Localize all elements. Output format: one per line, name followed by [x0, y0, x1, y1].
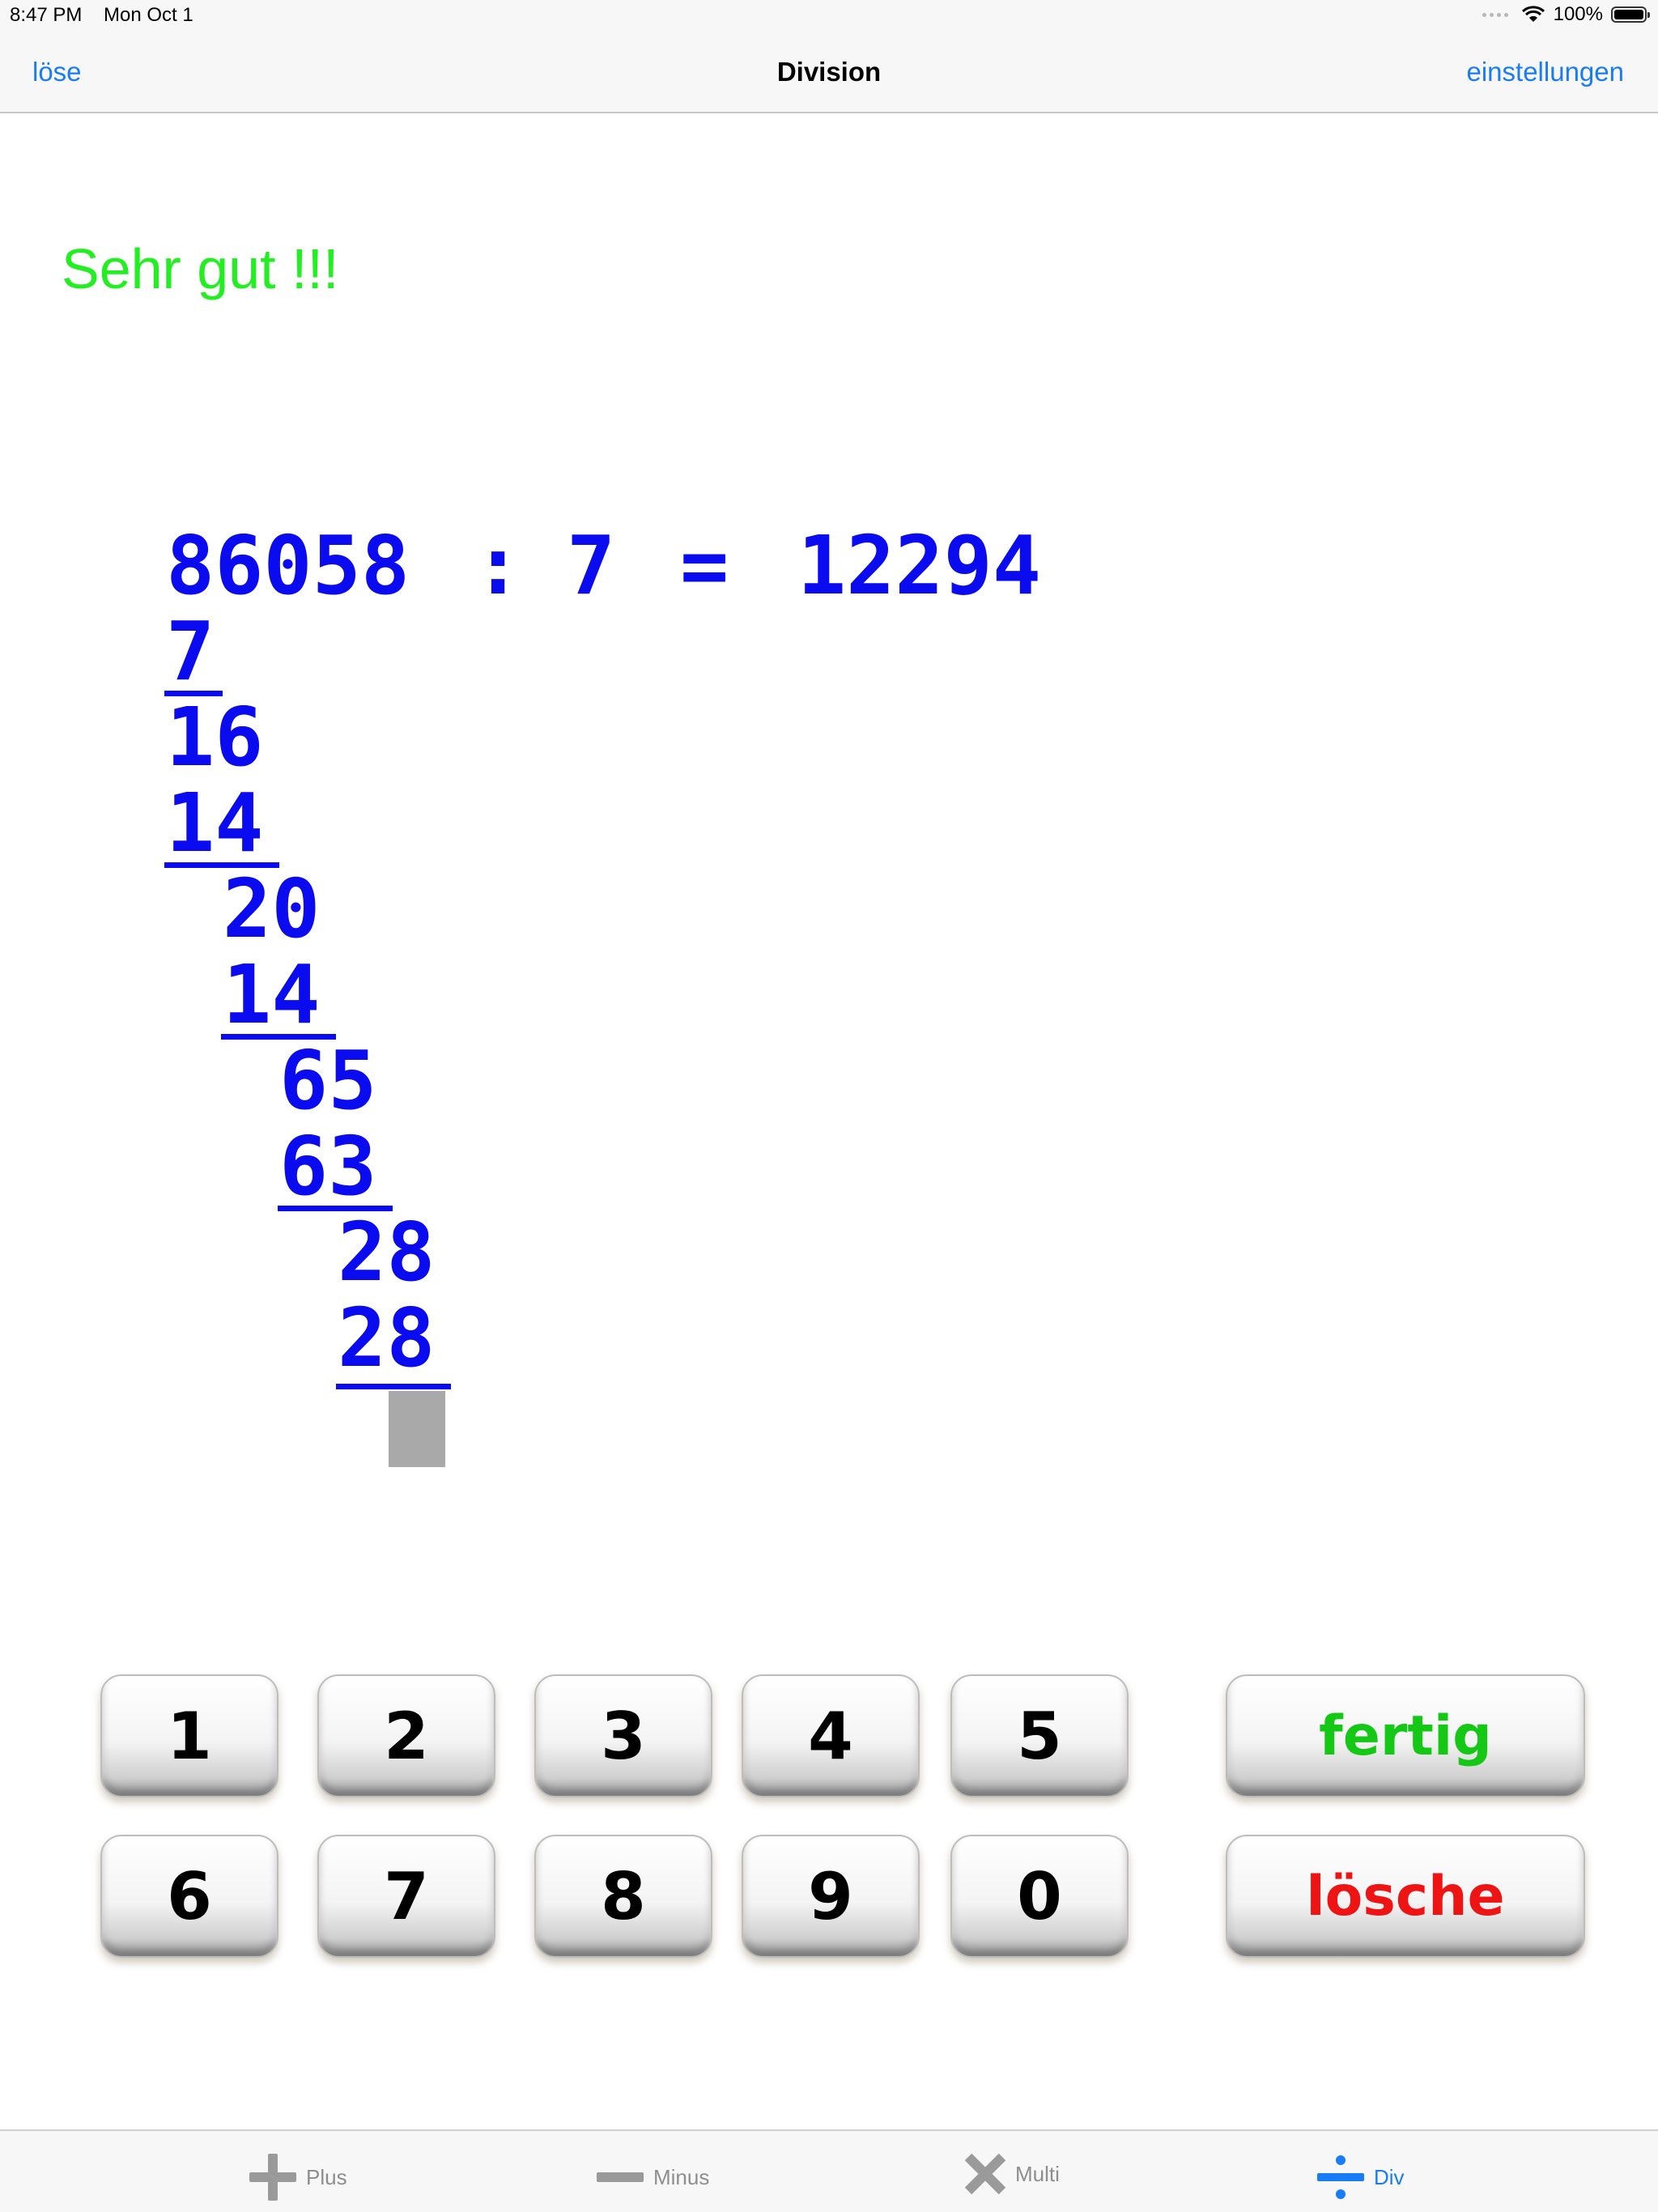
tab-div[interactable]: Div	[1316, 2152, 1405, 2202]
operator-divide: :	[474, 518, 523, 613]
status-time: 8:47 PM	[10, 4, 83, 26]
step-subtrahend: 63	[279, 1119, 377, 1214]
step-subtrahend: 7	[166, 604, 215, 699]
tab-bar: Plus Minus Multi Div	[0, 2129, 1658, 2212]
done-button[interactable]: fertig	[1226, 1674, 1585, 1797]
battery-icon	[1611, 6, 1650, 23]
tab-label: Div	[1374, 2164, 1405, 2189]
tab-multi[interactable]: Multi	[963, 2152, 1060, 2196]
page-title: Division	[776, 57, 882, 87]
step-remainder: 28	[338, 1205, 436, 1300]
tab-label: Multi	[1015, 2161, 1060, 2186]
step-remainder: 20	[223, 861, 321, 956]
step-subtrahend: 14	[223, 947, 321, 1042]
signal-icon	[1482, 12, 1508, 17]
key-7[interactable]: 7	[317, 1835, 495, 1958]
step-subtrahend: 28	[338, 1291, 436, 1385]
key-2[interactable]: 2	[317, 1674, 495, 1797]
divide-icon	[1317, 2155, 1364, 2199]
plus-icon	[249, 2154, 296, 2201]
step-underline	[336, 1384, 451, 1389]
step-subtrahend: 14	[166, 776, 264, 870]
dividend: 86058	[166, 518, 410, 613]
delete-button[interactable]: lösche	[1226, 1835, 1585, 1958]
step-remainder: 16	[166, 690, 264, 785]
tab-label: Minus	[653, 2164, 710, 2189]
key-0[interactable]: 0	[950, 1835, 1129, 1958]
key-5[interactable]: 5	[950, 1674, 1129, 1797]
quotient: 12294	[797, 518, 1042, 613]
key-8[interactable]: 8	[534, 1835, 712, 1958]
status-indicators: 100%	[1482, 3, 1650, 26]
multiply-icon	[964, 2153, 1006, 2195]
key-9[interactable]: 9	[742, 1835, 920, 1958]
settings-button[interactable]: einstellungen	[1467, 57, 1625, 87]
equals-sign: =	[680, 518, 729, 613]
step-remainder: 65	[279, 1033, 377, 1128]
divisor: 7	[567, 518, 616, 613]
tab-plus[interactable]: Plus	[248, 2152, 347, 2202]
key-6[interactable]: 6	[100, 1835, 278, 1958]
key-3[interactable]: 3	[534, 1674, 712, 1797]
battery-percent: 100%	[1553, 3, 1603, 25]
tab-label: Plus	[306, 2164, 347, 2189]
status-bar: 8:47 PM Mon Oct 1 100%	[0, 0, 1658, 32]
status-date: Mon Oct 1	[104, 4, 193, 26]
key-4[interactable]: 4	[742, 1674, 920, 1797]
tab-minus[interactable]: Minus	[595, 2152, 709, 2202]
wifi-icon	[1521, 6, 1545, 22]
minus-icon	[597, 2172, 644, 2182]
input-cursor[interactable]	[389, 1391, 445, 1467]
solve-button[interactable]: löse	[32, 57, 82, 87]
feedback-message: Sehr gut !!!	[62, 237, 339, 300]
key-1[interactable]: 1	[100, 1674, 278, 1797]
navigation-bar: Division löse einstellungen	[0, 32, 1658, 113]
